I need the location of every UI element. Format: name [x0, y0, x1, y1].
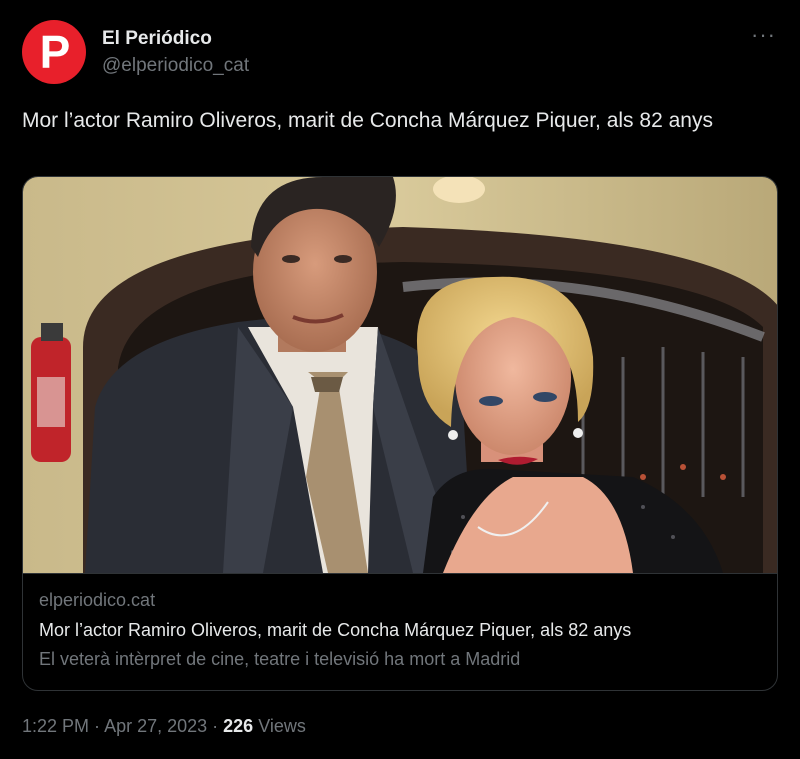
views-label: Views — [258, 716, 306, 736]
card-domain: elperiodico.cat — [39, 590, 156, 610]
display-name[interactable]: El Periódico — [102, 28, 212, 50]
meta-separator-2: · — [207, 716, 224, 736]
card-title: Mor l’actor Ramiro Oliveros, marit de Co… — [39, 620, 632, 640]
card-photo — [23, 177, 777, 573]
tweet-text: Mor l’actor Ramiro Oliveros, marit de Co… — [22, 109, 713, 132]
avatar-logo-letter: P — [39, 26, 71, 78]
meta-separator: · — [89, 716, 105, 736]
tweet-time[interactable]: 1:22 PM — [22, 716, 89, 736]
link-card[interactable]: elperiodico.cat Mor l’actor Ramiro Olive… — [22, 176, 778, 691]
tweet-meta: 1:22 PM · Apr 27, 2023 · 226 Views — [22, 716, 306, 737]
more-horizontal-icon[interactable]: ··· — [751, 22, 776, 48]
tweet-date[interactable]: Apr 27, 2023 — [104, 716, 207, 736]
avatar[interactable]: P — [22, 20, 86, 84]
user-handle[interactable]: @elperiodico_cat — [102, 55, 249, 77]
card-info[interactable]: elperiodico.cat Mor l’actor Ramiro Olive… — [23, 573, 777, 690]
views-count: 226 — [223, 716, 254, 736]
card-description: El veterà intèrpret de cine, teatre i te… — [39, 649, 521, 669]
